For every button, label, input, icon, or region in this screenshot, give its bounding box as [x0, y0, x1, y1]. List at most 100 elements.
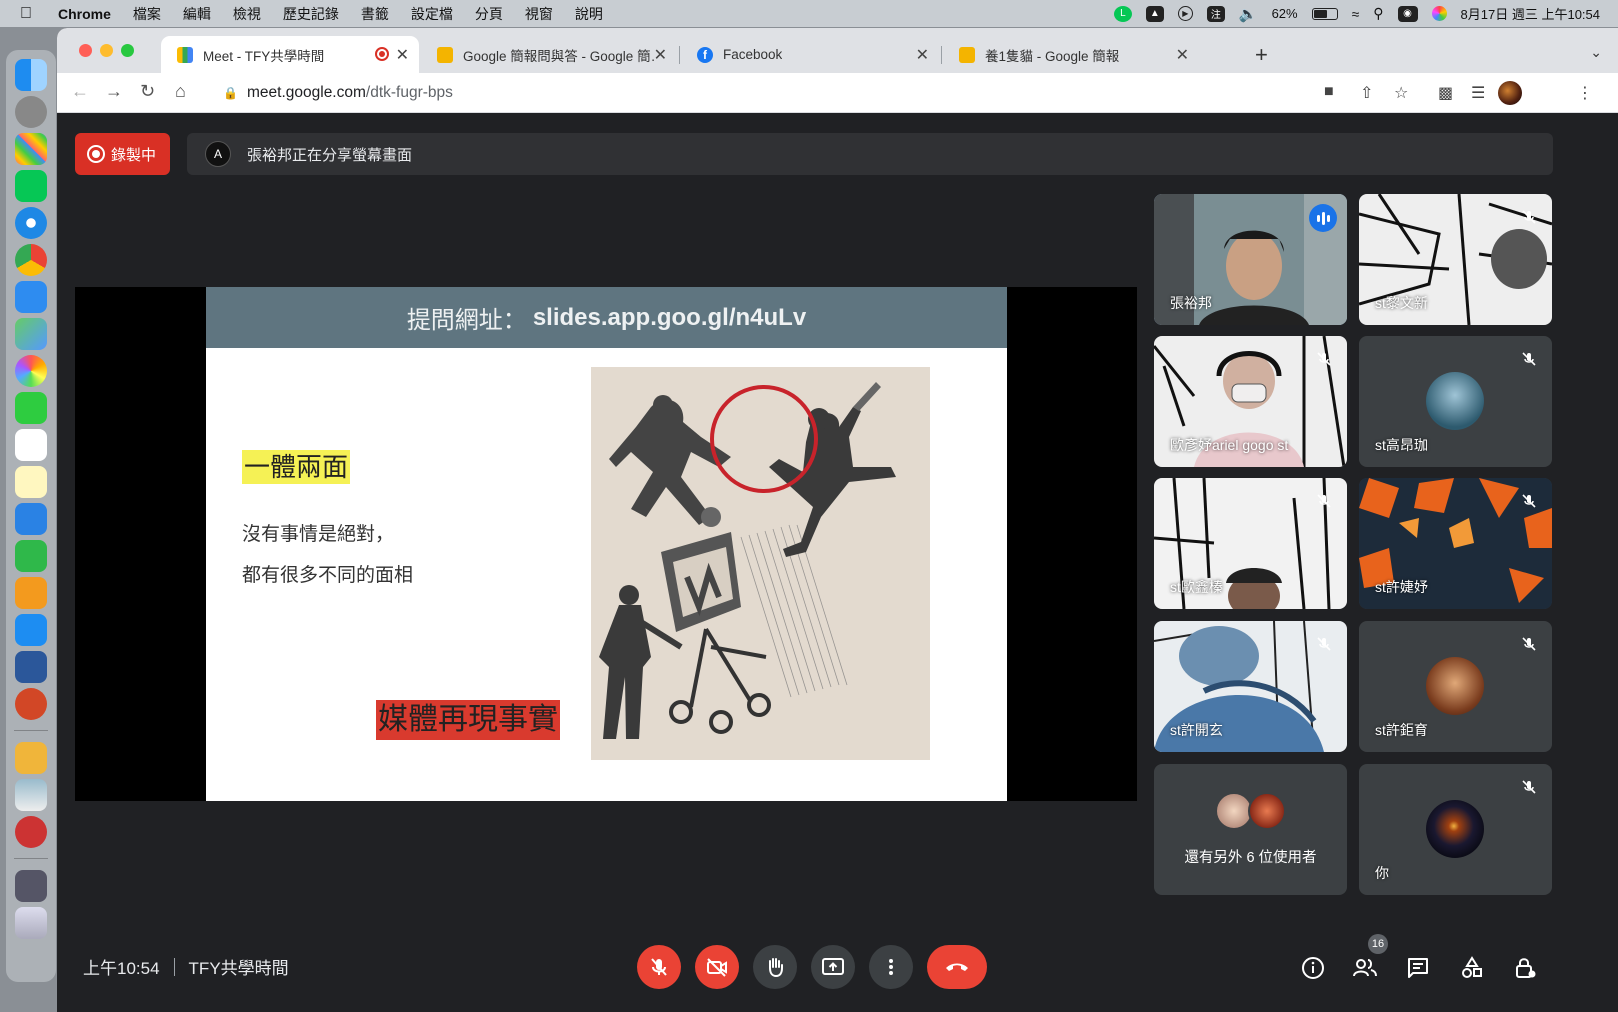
tab-cat-slides[interactable]: 養1隻貓 - Google 簡報 ✕ — [943, 36, 1199, 73]
back-arrow-icon[interactable]: ← — [71, 81, 89, 102]
window-close-button[interactable] — [79, 44, 92, 57]
siri-icon[interactable] — [1431, 6, 1447, 21]
line-app-icon[interactable] — [15, 170, 47, 202]
battery-icon[interactable] — [1311, 7, 1338, 20]
photos-icon[interactable] — [15, 355, 47, 387]
leave-call-button[interactable] — [927, 945, 987, 989]
line-status-icon[interactable]: L — [1113, 5, 1132, 22]
wifi-icon[interactable]: ≈ — [1352, 6, 1360, 22]
apple-icon[interactable]:  — [20, 5, 40, 23]
others-tile[interactable]: 還有另外 6 位使用者 — [1154, 764, 1347, 895]
presentation-view[interactable]: 提問網址： slides.app.goo.gl/n4uLv 一體兩面 沒有事情是… — [75, 287, 1137, 801]
volume-icon[interactable]: 🔈 — [1239, 5, 1258, 23]
mail-icon[interactable] — [15, 281, 47, 313]
home-icon[interactable]: ⌂ — [175, 81, 186, 102]
raise-hand-button[interactable] — [753, 945, 797, 989]
menu-window[interactable]: 視窗 — [525, 4, 553, 24]
downloads-stack-icon[interactable] — [15, 870, 47, 902]
participant-tile[interactable]: 張裕邦 — [1154, 194, 1347, 325]
share-page-icon[interactable]: ⇧ — [1360, 83, 1373, 103]
tab-close-icon[interactable]: ✕ — [1176, 45, 1189, 65]
cleaner-app-icon[interactable] — [15, 816, 47, 848]
pages-icon[interactable] — [15, 577, 47, 609]
app-store-icon[interactable] — [15, 614, 47, 646]
notes-icon[interactable] — [15, 466, 47, 498]
address-bar[interactable]: 🔒 meet.google.com/dtk-fugr-bps — [213, 77, 1373, 109]
word-icon[interactable] — [15, 651, 47, 683]
participant-tile[interactable]: 歐彥妤ariel gogo st — [1154, 336, 1347, 467]
input-method-icon[interactable]: 注 — [1206, 5, 1225, 22]
finder-icon[interactable] — [15, 59, 47, 91]
menu-view[interactable]: 檢視 — [233, 4, 261, 24]
forward-arrow-icon[interactable]: → — [105, 81, 123, 102]
people-button[interactable] — [1351, 954, 1379, 982]
participant-tile[interactable]: st許鉅育 — [1359, 621, 1552, 752]
tab-slides-qa[interactable]: Google 簡報問與答 - Google 簡… ✕ — [421, 36, 677, 73]
screenshot-app-icon[interactable] — [15, 779, 47, 811]
meet-stage: 錄製中 A 張裕邦正在分享螢幕畫面 提問網址： slides.app.goo.g… — [57, 114, 1618, 1012]
window-minimize-button[interactable] — [100, 44, 113, 57]
calendar-icon[interactable] — [15, 429, 47, 461]
more-options-button[interactable] — [869, 945, 913, 989]
play-status-icon[interactable]: ▶ — [1177, 6, 1193, 21]
system-preferences-icon[interactable] — [15, 96, 47, 128]
meeting-time: 上午10:54 — [83, 959, 160, 978]
tab-meet[interactable]: Meet - TFY共學時間 ✕ — [161, 36, 419, 73]
reload-icon[interactable]: ↻ — [140, 81, 155, 102]
lock-icon[interactable]: 🔒 — [223, 86, 238, 100]
chat-button[interactable] — [1404, 954, 1432, 982]
self-tile[interactable]: 你 — [1359, 764, 1552, 895]
numbers-icon[interactable] — [15, 540, 47, 572]
recording-badge[interactable]: 錄製中 — [75, 133, 170, 175]
profile-avatar[interactable] — [1498, 81, 1522, 105]
host-controls-button[interactable] — [1511, 954, 1539, 982]
preview-icon[interactable] — [15, 742, 47, 774]
menubar-clock[interactable]: 8月17日 週三 上午10:54 — [1461, 4, 1600, 23]
chrome-app-icon[interactable] — [15, 244, 47, 276]
more-vert-icon — [889, 959, 893, 975]
spotlight-search-icon[interactable]: ⚲ — [1373, 5, 1383, 22]
speaking-indicator-icon — [1309, 204, 1337, 232]
participant-tile[interactable]: st許婕妤 — [1359, 478, 1552, 609]
mic-toggle-button[interactable] — [637, 945, 681, 989]
menu-bookmarks[interactable]: 書籤 — [361, 4, 389, 24]
participant-tile[interactable]: st高昂珈 — [1359, 336, 1552, 467]
participant-name: 歐彥妤ariel gogo st — [1170, 437, 1289, 453]
tab-close-icon[interactable]: ✕ — [916, 45, 929, 65]
tab-close-icon[interactable]: ✕ — [396, 45, 409, 65]
control-center-icon[interactable]: ◉ — [1397, 5, 1418, 22]
safari-icon[interactable] — [15, 207, 47, 239]
participant-tile[interactable]: st許開玄 — [1154, 621, 1347, 752]
tab-facebook[interactable]: f Facebook ✕ — [681, 36, 939, 73]
menu-help[interactable]: 說明 — [575, 4, 603, 24]
extensions-puzzle-icon[interactable]: ▩ — [1438, 83, 1453, 103]
tab-search-chevron-icon[interactable]: ⌄ — [1590, 44, 1602, 61]
meeting-details-button[interactable] — [1299, 954, 1327, 982]
menu-profiles[interactable]: 設定檔 — [411, 4, 453, 24]
menu-tab[interactable]: 分頁 — [475, 4, 503, 24]
keynote-icon[interactable] — [15, 503, 47, 535]
maps-icon[interactable] — [15, 318, 47, 350]
menu-file[interactable]: 檔案 — [133, 4, 161, 24]
tab-close-icon[interactable]: ✕ — [654, 45, 667, 65]
chrome-menu-icon[interactable]: ⋮ — [1577, 83, 1593, 103]
trash-icon[interactable] — [15, 907, 47, 939]
launchpad-icon[interactable] — [15, 133, 47, 165]
camera-toggle-button[interactable] — [695, 945, 739, 989]
menu-app[interactable]: Chrome — [58, 6, 111, 22]
menu-history[interactable]: 歷史記錄 — [283, 4, 339, 24]
activities-button[interactable] — [1458, 954, 1486, 982]
window-zoom-button[interactable] — [121, 44, 134, 57]
facetime-icon[interactable] — [15, 392, 47, 424]
new-tab-plus-icon[interactable]: + — [1255, 42, 1268, 68]
participant-tile[interactable]: st黎文新 — [1359, 194, 1552, 325]
drive-status-icon[interactable]: ▲ — [1145, 5, 1164, 22]
media-controls-icon[interactable]: ☰ — [1471, 83, 1485, 103]
powerpoint-icon[interactable] — [15, 688, 47, 720]
present-screen-icon — [822, 958, 844, 975]
participant-tile[interactable]: st歐鑫榛 — [1154, 478, 1347, 609]
menu-edit[interactable]: 編輯 — [183, 4, 211, 24]
camera-in-use-icon[interactable]: ■ — [1324, 83, 1334, 101]
present-screen-button[interactable] — [811, 945, 855, 989]
bookmark-star-icon[interactable]: ☆ — [1394, 83, 1408, 103]
